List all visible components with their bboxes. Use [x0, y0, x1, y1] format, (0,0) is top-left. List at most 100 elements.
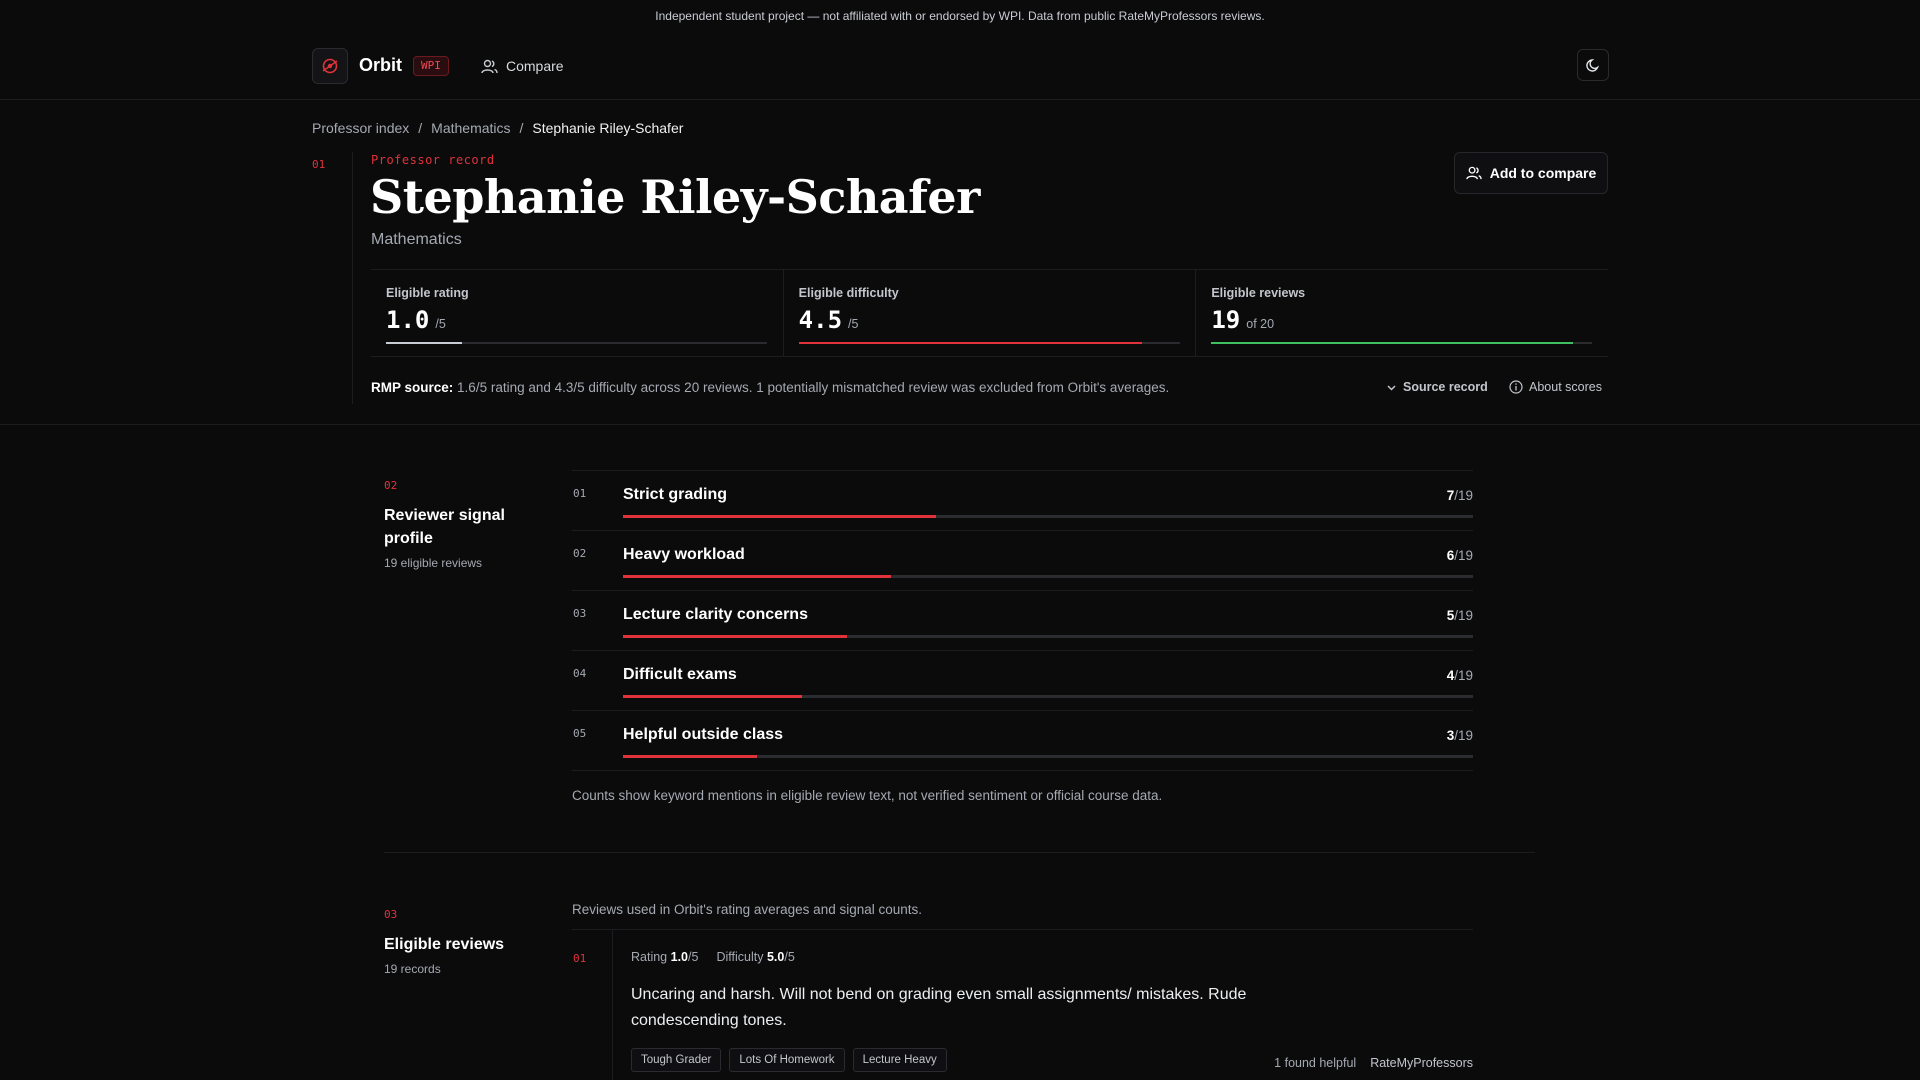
- stat-value: 4.5: [798, 306, 843, 334]
- breadcrumb-professor-index[interactable]: Professor index: [312, 120, 409, 136]
- stat-bar-track: [798, 342, 1180, 344]
- breadcrumb-separator: /: [519, 120, 524, 136]
- signal-count-total: 19: [1457, 488, 1473, 503]
- signal-row: 05 Helpful outside class 3/19: [572, 711, 1473, 771]
- about-scores-label: About scores: [1529, 380, 1602, 394]
- review-tag: Lecture Heavy: [852, 1048, 947, 1072]
- signal-row: 03 Lecture clarity concerns 5/19: [572, 591, 1473, 651]
- review-difficulty-label: Difficulty: [716, 950, 764, 964]
- signal-count: 3/19: [1446, 728, 1473, 743]
- stat-suffix: of 20: [1246, 317, 1275, 331]
- review-difficulty: Difficulty 5.0/5: [716, 950, 794, 964]
- signal-count: 4/19: [1446, 668, 1473, 683]
- signal-bar-track: [623, 515, 1473, 518]
- signal-number: 02: [573, 547, 587, 560]
- wpi-badge: WPI: [413, 56, 449, 76]
- stat-label: Eligible rating: [386, 286, 469, 300]
- signal-label: Difficult exams: [623, 666, 737, 683]
- brand-name[interactable]: Orbit: [359, 55, 402, 76]
- stat-bar-track: [1211, 342, 1593, 344]
- review-rating-scale: /5: [688, 950, 699, 964]
- stat-suffix: /5: [848, 317, 859, 331]
- breadcrumb: Professor index / Mathematics / Stephani…: [312, 120, 683, 136]
- rmp-source-line: RMP source: 1.6/5 rating and 4.3/5 diffi…: [371, 380, 1169, 395]
- review-tags: Tough Grader Lots Of Homework Lecture He…: [631, 1048, 947, 1072]
- signal-bar-fill: [623, 695, 802, 698]
- users-icon: [481, 59, 498, 73]
- review-text: Uncaring and harsh. Will not bend on gra…: [631, 986, 1247, 1029]
- signal-count-total: 19: [1457, 608, 1473, 623]
- signal-count: 5/19: [1446, 608, 1473, 623]
- source-record-label: Source record: [1403, 380, 1488, 394]
- stat-eligible-rating: Eligible rating 1.0 /5: [371, 270, 784, 356]
- review-footer: 1 found helpful RateMyProfessors: [1274, 1056, 1473, 1070]
- reviews-rule: [572, 929, 1473, 930]
- users-icon: [1465, 166, 1482, 180]
- reviews-title: Eligible reviews: [384, 936, 505, 953]
- stat-bar-fill: [798, 342, 1142, 344]
- review-rating-label: Rating: [631, 950, 668, 964]
- review-tag: Lots Of Homework: [729, 1048, 845, 1072]
- section-number: 01: [312, 158, 326, 171]
- signal-bar-fill: [623, 755, 758, 758]
- signal-bar-fill: [623, 515, 937, 518]
- section-number: 02: [384, 479, 398, 492]
- review-tag: Tough Grader: [631, 1048, 722, 1072]
- source-record-toggle[interactable]: Source record: [1386, 380, 1488, 394]
- signals-note: Counts show keyword mentions in eligible…: [572, 788, 1163, 803]
- disclaimer-banner: Independent student project — not affili…: [655, 9, 1265, 23]
- about-scores-link[interactable]: About scores: [1509, 380, 1602, 394]
- rmp-source-text: 1.6/5 rating and 4.3/5 difficulty across…: [457, 380, 1170, 395]
- signal-row: 02 Heavy workload 6/19: [572, 531, 1473, 591]
- stat-label: Eligible reviews: [1211, 286, 1306, 300]
- section-divider: [0, 424, 1920, 425]
- section-divider: [384, 852, 1535, 853]
- nav-compare-label: Compare: [506, 58, 564, 74]
- signal-bar-fill: [623, 635, 847, 638]
- theme-toggle-button[interactable]: [1577, 49, 1609, 81]
- signal-count-value: 6: [1446, 548, 1455, 563]
- signal-count-value: 7: [1446, 488, 1455, 503]
- review-source-link[interactable]: RateMyProfessors: [1370, 1056, 1473, 1070]
- section-number: 03: [384, 908, 398, 921]
- stat-value-group: 1.0 /5: [386, 306, 446, 334]
- add-to-compare-label: Add to compare: [1489, 165, 1597, 181]
- signal-row: 01 Strict grading 7/19: [572, 471, 1473, 531]
- review-helpful-count: 1 found helpful: [1274, 1056, 1357, 1070]
- signal-bar-track: [623, 695, 1473, 698]
- rmp-source-label: RMP source:: [371, 380, 454, 395]
- orbit-logo-icon[interactable]: [312, 48, 348, 84]
- signal-bar-track: [623, 755, 1473, 758]
- review-number: 01: [573, 952, 587, 965]
- signals-title: Reviewer signal profile: [384, 507, 505, 547]
- signal-count-total: 19: [1457, 728, 1473, 743]
- signal-bar-track: [623, 635, 1473, 638]
- record-label: Professor record: [371, 153, 495, 167]
- signal-number: 05: [573, 727, 587, 740]
- professor-name: Stephanie Riley-Schafer: [370, 170, 980, 224]
- section-rule: [352, 152, 353, 404]
- stat-eligible-reviews: Eligible reviews 19 of 20: [1196, 270, 1608, 356]
- review-difficulty-scale: /5: [784, 950, 795, 964]
- signal-count-total: 19: [1457, 668, 1473, 683]
- signal-number: 03: [573, 607, 587, 620]
- signal-bar-track: [623, 575, 1473, 578]
- chevron-down-icon: [1387, 384, 1396, 391]
- signal-count-value: 5: [1446, 608, 1455, 623]
- signal-number: 04: [573, 667, 587, 680]
- review-rating-value: 1.0: [670, 950, 689, 964]
- signal-count-value: 3: [1446, 728, 1455, 743]
- add-to-compare-button[interactable]: Add to compare: [1454, 152, 1608, 194]
- signal-row: 04 Difficult exams 4/19: [572, 651, 1473, 711]
- signal-label: Strict grading: [623, 486, 728, 503]
- breadcrumb-mathematics[interactable]: Mathematics: [431, 120, 510, 136]
- reviews-subtitle: 19 records: [384, 962, 441, 976]
- stat-bar-fill: [386, 342, 463, 344]
- moon-icon: [1585, 58, 1599, 72]
- nav-compare-link[interactable]: Compare: [481, 56, 564, 76]
- review-rating: Rating 1.0/5: [631, 950, 698, 964]
- breadcrumb-current: Stephanie Riley-Schafer: [532, 120, 684, 136]
- professor-department: Mathematics: [371, 231, 462, 248]
- stat-eligible-difficulty: Eligible difficulty 4.5 /5: [784, 270, 1197, 356]
- signal-bar-fill: [623, 575, 892, 578]
